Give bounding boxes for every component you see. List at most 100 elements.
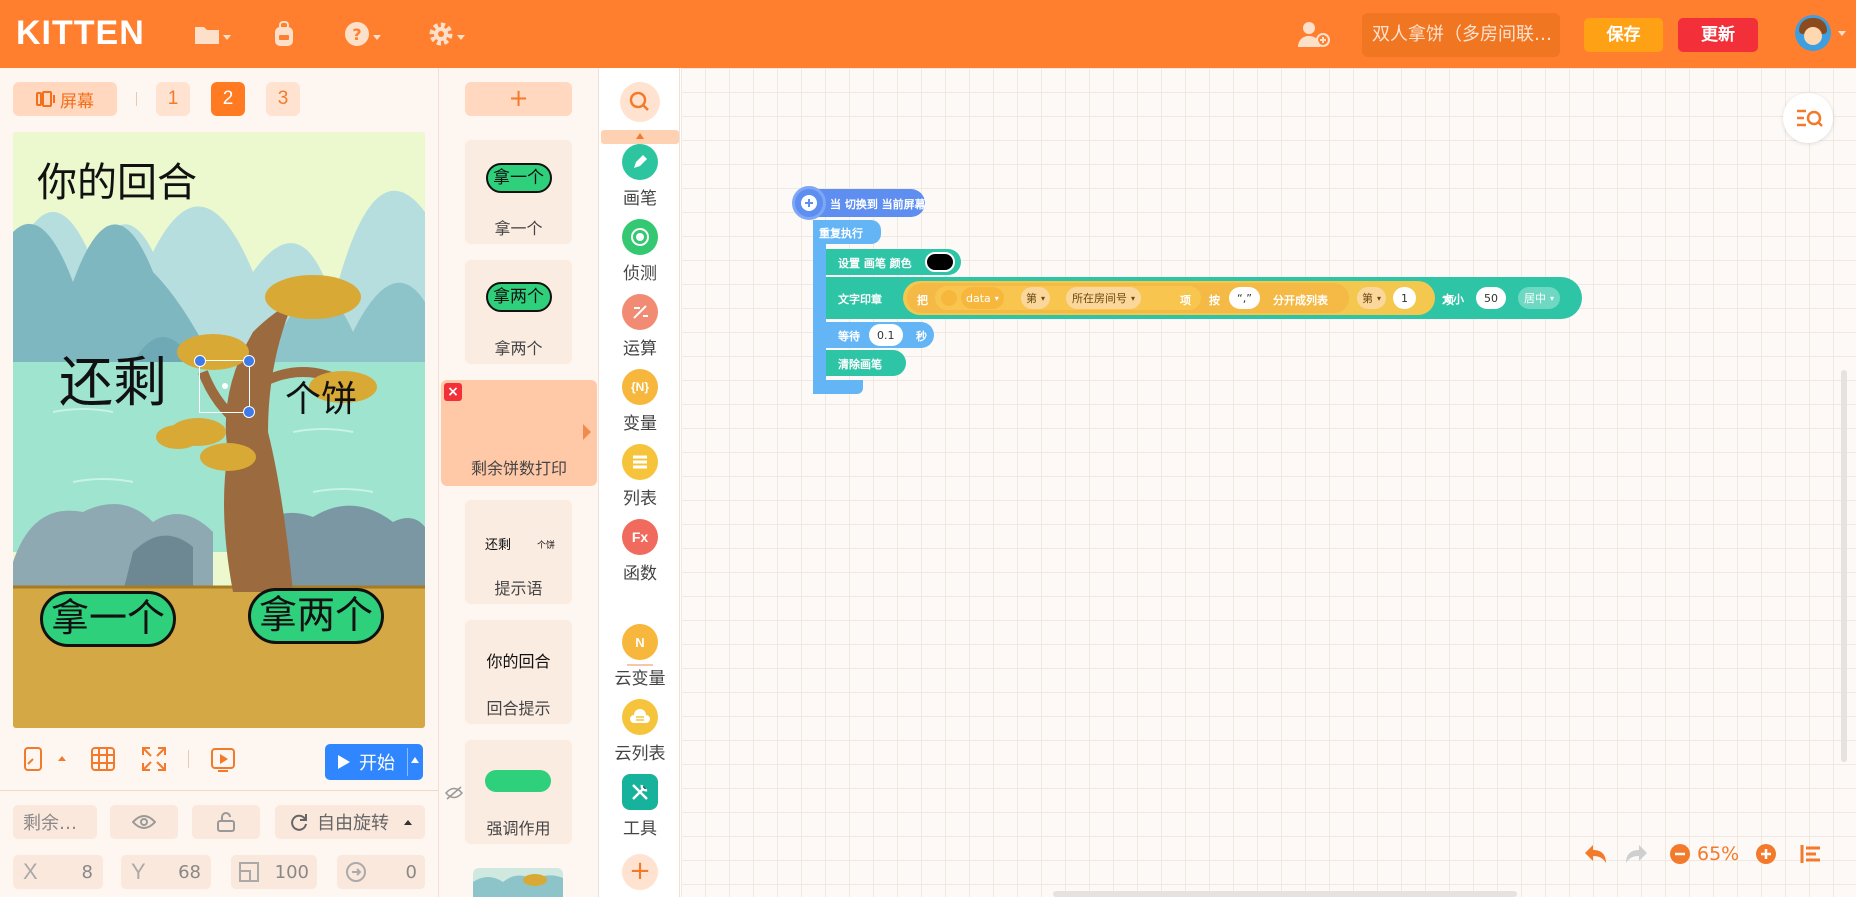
take-one-button[interactable]: 拿一个: [40, 591, 176, 647]
undo-icon[interactable]: [1583, 842, 1609, 866]
sprite-card-hint[interactable]: 还剩 个饼 提示语: [465, 500, 572, 604]
file-menu-button[interactable]: [190, 18, 234, 50]
y-position-field[interactable]: Y 68: [121, 855, 211, 889]
zoom-in-icon[interactable]: [1755, 843, 1777, 865]
help-icon: ?: [344, 22, 369, 46]
category-cloud-variable[interactable]: N 云变量: [599, 624, 681, 694]
settings-menu-button[interactable]: [424, 18, 468, 50]
chevron-up-icon[interactable]: [411, 757, 419, 763]
zoom-out-icon[interactable]: [1669, 843, 1691, 865]
event-hat-block[interactable]: 当 切换到 当前屏幕: [792, 186, 926, 220]
split-reporter[interactable]: 把 data ▾ 第 ▾ 所在房间号 ▾ 项 按 “,” 分开成列表: [907, 283, 1349, 313]
sprite-card-remaining-print[interactable]: × 剩余饼数打印: [441, 380, 597, 486]
chevron-down-icon[interactable]: [1838, 31, 1846, 36]
index-input[interactable]: 1: [1393, 287, 1416, 309]
list-item-reporter[interactable]: 把 data ▾ 第 ▾ 所在房间号 ▾ 项 按 “,” 分开成列表 第 ▾ 1: [903, 281, 1435, 315]
wait-seconds-input[interactable]: 0.1: [869, 324, 903, 346]
wait-block[interactable]: 等待 0.1 秒: [826, 322, 934, 348]
category-list[interactable]: 列表: [599, 444, 681, 514]
index-type-select[interactable]: 第 ▾: [1357, 287, 1387, 309]
size-value: 100: [274, 861, 309, 883]
screen-button[interactable]: 屏幕: [13, 82, 117, 116]
rotation-mode-label: 自由旋转: [317, 813, 389, 834]
take-two-button[interactable]: 拿两个: [248, 588, 384, 644]
print-text-block[interactable]: 文字印章 把 data ▾ 第 ▾ 所在房间号 ▾ 项 按 “,” 分开成列表 第 ▾ …: [826, 277, 1582, 319]
block-search-button[interactable]: [620, 82, 660, 122]
category-cloud-list[interactable]: 云列表: [599, 699, 681, 769]
update-button[interactable]: 更新: [1678, 18, 1758, 52]
category-function[interactable]: Fx 函数: [599, 519, 681, 589]
user-avatar[interactable]: [1795, 15, 1831, 51]
horizontal-scrollbar[interactable]: [1053, 891, 1517, 897]
arrange-blocks-icon[interactable]: [1800, 844, 1822, 864]
color-swatch[interactable]: [925, 252, 955, 272]
align-select[interactable]: 居中 ▾: [1518, 287, 1561, 309]
screen-tab-3[interactable]: 3: [266, 82, 300, 116]
rotation-mode-select[interactable]: 自由旋转: [275, 805, 425, 839]
sprite-card-take-two[interactable]: 拿两个 拿两个: [465, 260, 572, 364]
help-menu-button[interactable]: ?: [340, 18, 384, 50]
sprite-label: 剩余饼数打印: [470, 459, 567, 478]
sprite-label: 回合提示: [486, 699, 551, 718]
category-operator[interactable]: 运算: [599, 294, 681, 364]
direction-field[interactable]: 0: [337, 855, 425, 889]
sprite-card-turn-hint[interactable]: 你的回合 回合提示: [465, 620, 572, 724]
workspace-search-button[interactable]: [1783, 93, 1833, 143]
block-text: 分开成列表: [1273, 294, 1328, 307]
screen-tab-1[interactable]: 1: [156, 82, 190, 116]
stage-remaining-text[interactable]: 还剩: [59, 338, 167, 417]
video-record-icon[interactable]: [210, 746, 236, 772]
save-button[interactable]: 保存: [1584, 18, 1663, 52]
delimiter-input[interactable]: “,”: [1229, 287, 1260, 309]
list-item-data-reporter[interactable]: data ▾ 第 ▾ 所在房间号 ▾ 项: [935, 286, 1201, 310]
visibility-toggle[interactable]: [110, 805, 178, 839]
close-icon[interactable]: ×: [444, 383, 462, 401]
phone-orientation-icon[interactable]: [20, 746, 46, 772]
chevron-up-icon[interactable]: [56, 752, 68, 764]
repeat-forever-block[interactable]: 重复执行: [813, 220, 881, 244]
sprite-card-take-one[interactable]: 拿一个 拿一个: [465, 140, 572, 244]
start-button[interactable]: 开始: [325, 744, 423, 780]
lock-toggle[interactable]: [192, 805, 260, 839]
code-workspace[interactable]: 当 切换到 当前屏幕 重复执行 设置 画笔 颜色 文字印章 把 data ▾ 第 ▾…: [681, 68, 1856, 897]
project-name-field[interactable]: 双人拿饼（多房间联…: [1362, 13, 1560, 57]
sprite-card-emphasis[interactable]: 强调作用: [465, 740, 572, 844]
fullscreen-icon[interactable]: [141, 746, 167, 772]
resize-handle[interactable]: [194, 355, 206, 367]
room-number-reporter[interactable]: 所在房间号 ▾: [1066, 287, 1142, 309]
add-collaborator-button[interactable]: [1292, 18, 1336, 50]
grid-icon[interactable]: [90, 746, 116, 772]
divider: [136, 92, 137, 106]
size-input[interactable]: 50: [1476, 287, 1506, 309]
sprite-card-background[interactable]: [473, 868, 563, 897]
category-sensing[interactable]: 侦测: [599, 219, 681, 289]
backpack-button[interactable]: [262, 18, 306, 50]
category-pen[interactable]: 画笔: [599, 144, 681, 214]
redo-icon[interactable]: [1623, 842, 1649, 866]
data-variable-select[interactable]: data ▾: [961, 287, 1004, 309]
category-tools[interactable]: 工具: [599, 774, 681, 844]
rotate-handle[interactable]: [243, 355, 255, 367]
vertical-scrollbar[interactable]: [1841, 370, 1847, 762]
add-extension-button[interactable]: +: [622, 854, 658, 890]
size-field[interactable]: 100: [231, 855, 317, 889]
stage-unit-text[interactable]: 个饼: [285, 370, 357, 422]
sprite-name-field[interactable]: 剩余…: [13, 805, 97, 839]
scale-handle[interactable]: [243, 406, 255, 418]
x-position-field[interactable]: X 8: [13, 855, 103, 889]
clear-pen-block[interactable]: 清除画笔: [826, 350, 906, 376]
hidden-eye-icon[interactable]: [445, 786, 463, 800]
scroll-up-strip[interactable]: [601, 130, 679, 144]
set-pen-color-block[interactable]: 设置 画笔 颜色: [826, 249, 961, 275]
selected-sprite-bounds[interactable]: [194, 355, 255, 418]
stage-turn-text[interactable]: 你的回合: [37, 150, 197, 208]
index-label: 第: [1362, 292, 1373, 305]
chevron-right-icon[interactable]: [583, 424, 591, 440]
add-sprite-button[interactable]: +: [465, 82, 572, 116]
index-type-select[interactable]: 第 ▾: [1021, 287, 1051, 309]
stage-canvas[interactable]: 你的回合 还剩 个饼 拿一个 拿两个: [13, 132, 425, 728]
screen-icon: [792, 186, 826, 220]
block-text: 项: [1443, 294, 1454, 307]
category-variable[interactable]: {N} 变量: [599, 369, 681, 439]
screen-tab-2[interactable]: 2: [211, 82, 245, 116]
